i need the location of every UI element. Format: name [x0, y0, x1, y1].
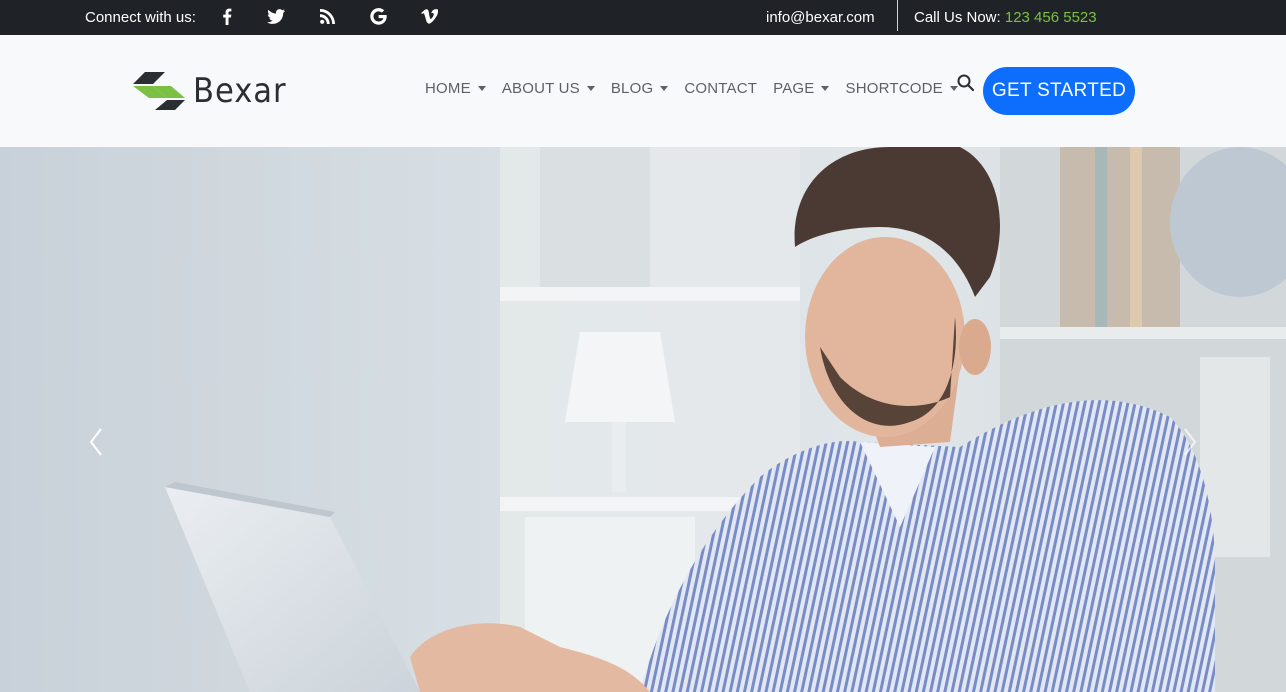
- call-us: Call Us Now: 123 456 5523: [914, 9, 1097, 26]
- top-bar: Connect with us: info@bexar.com Call Us …: [0, 0, 1286, 35]
- chevron-left-icon[interactable]: [81, 422, 111, 462]
- search-icon[interactable]: [957, 74, 977, 94]
- nav-item-label: ABOUT US: [501, 79, 580, 97]
- call-us-label: Call Us Now:: [914, 9, 1001, 26]
- caret-down-icon: [660, 85, 669, 91]
- brand-name: Bexar: [193, 71, 287, 111]
- hero-image: [0, 147, 1286, 692]
- caret-down-icon: [477, 85, 486, 91]
- logo-icon: [133, 72, 185, 110]
- nav-item-label: PAGE: [773, 79, 815, 97]
- connect-label: Connect with us:: [85, 9, 196, 26]
- get-started-button[interactable]: GET STARTED: [983, 67, 1135, 115]
- nav-item-blog[interactable]: BLOG: [610, 79, 669, 97]
- nav-item-shortcode[interactable]: SHORTCODE: [845, 79, 958, 97]
- caret-down-icon: [586, 85, 595, 91]
- nav-item-label: SHORTCODE: [845, 79, 943, 97]
- nav-item-contact[interactable]: CONTACT: [684, 80, 757, 97]
- main-navbar: Bexar HOME ABOUT US BLOG CONTACT PAGE SH…: [0, 35, 1286, 147]
- phone-number[interactable]: 123 456 5523: [1005, 9, 1097, 26]
- caret-down-icon: [821, 85, 830, 91]
- nav-item-label: BLOG: [610, 79, 654, 97]
- facebook-icon[interactable]: [215, 4, 239, 28]
- chevron-right-icon[interactable]: [1175, 422, 1205, 462]
- vimeo-icon[interactable]: [417, 4, 441, 28]
- nav-item-label: CONTACT: [684, 79, 758, 97]
- google-icon[interactable]: [366, 4, 390, 28]
- twitter-icon[interactable]: [264, 4, 288, 28]
- nav-item-page[interactable]: PAGE: [773, 79, 830, 97]
- rss-icon[interactable]: [315, 4, 339, 28]
- nav-menu: HOME ABOUT US BLOG CONTACT PAGE SHORTCOD…: [425, 78, 974, 98]
- brand-logo[interactable]: Bexar: [131, 71, 287, 111]
- topbar-divider: [897, 0, 898, 31]
- nav-item-about-us[interactable]: ABOUT US: [502, 80, 595, 97]
- email-link[interactable]: info@bexar.com: [766, 9, 875, 26]
- nav-item-label: HOME: [425, 79, 471, 97]
- hero-slider: [0, 147, 1286, 692]
- nav-item-home[interactable]: HOME: [425, 80, 486, 97]
